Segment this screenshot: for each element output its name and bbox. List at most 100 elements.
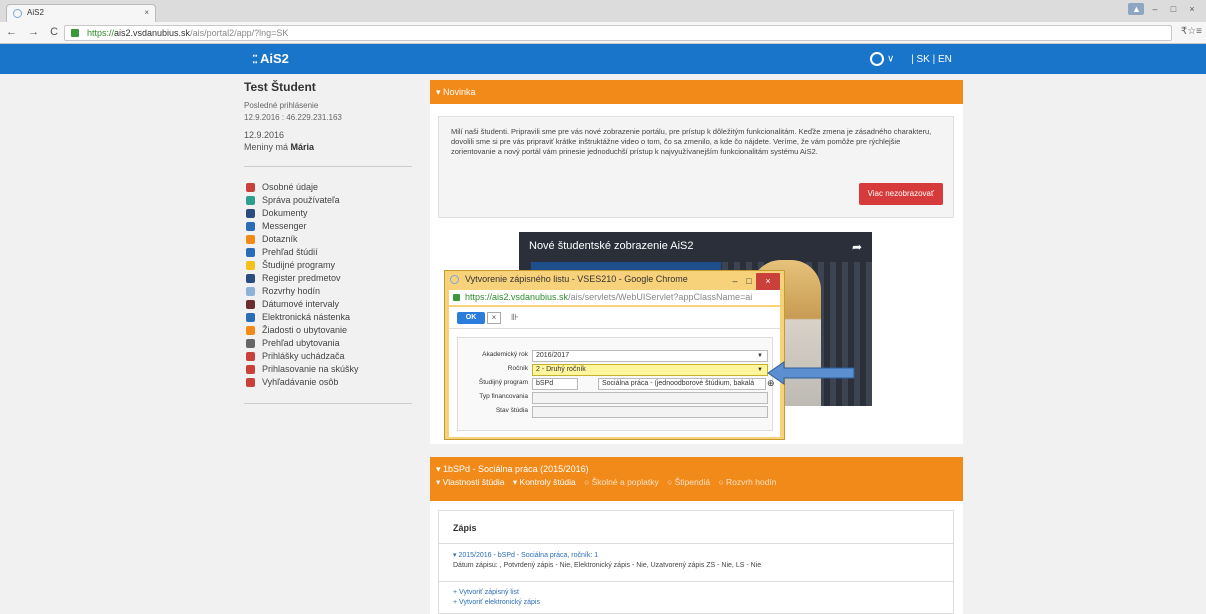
sidebar-item-label: Register predmetov (262, 273, 341, 283)
sidebar-item[interactable]: Osobné údaje (244, 181, 412, 194)
year-label: Ročník (507, 365, 528, 372)
toolbar-table-icon[interactable]: ⊪ (511, 312, 519, 323)
sidebar-item[interactable]: Prihlášky uchádzača (244, 350, 412, 363)
sidebar-item-label: Prehľad ubytovania (262, 338, 340, 348)
sidebar-item[interactable]: Dokumenty (244, 207, 412, 220)
forward-icon[interactable]: → (28, 26, 43, 38)
sidebar-item-icon (246, 339, 255, 348)
sidebar-item[interactable]: Rozvrhy hodín (244, 285, 412, 298)
reload-icon[interactable]: C (50, 26, 62, 38)
sidebar-item-icon (246, 248, 255, 257)
url-input[interactable]: https://ais2.vsdanubius.sk/ais/portal2/a… (64, 25, 1172, 41)
create-electronic-enrollment-link[interactable]: + Vytvoriť elektronický zápis (453, 599, 540, 606)
cancel-button[interactable]: × (487, 312, 501, 324)
tab-study-checks[interactable]: ▾ Kontroly štúdia (513, 477, 576, 487)
year-select[interactable]: 2 - Druhý ročník ▼ (532, 364, 768, 376)
sidebar-item[interactable]: Prihlasovanie na skúšky (244, 363, 412, 376)
enrollment-form: Akademický rok 2016/2017 ▼ Ročník 2 - Dru… (457, 337, 775, 431)
year-value: 2 - Druhý ročník (536, 366, 586, 373)
dialog-title: Vytvorenie zápisného listu - VSES210 - G… (465, 274, 688, 284)
sidebar-item[interactable]: Vyhľadávanie osôb (244, 376, 412, 389)
nameday-name: Mária (290, 142, 315, 152)
sidebar: Test Študent Posledné prihlásenie 12.9.2… (244, 80, 412, 418)
dialog-maximize-icon[interactable]: □ (742, 273, 756, 290)
sidebar-item-icon (246, 352, 255, 361)
sidebar-item-icon (246, 313, 255, 322)
logo-dots-icon: ⁚⁚ (252, 54, 258, 66)
academic-year-select[interactable]: 2016/2017 ▼ (532, 350, 768, 362)
back-icon[interactable]: ← (6, 26, 21, 38)
enrollment-record-link[interactable]: ▾ 2015/2016 - bSPd - Sociálna práca, roč… (453, 551, 598, 559)
sidebar-item-icon (246, 300, 255, 309)
academic-year-value: 2016/2017 (536, 352, 570, 359)
sidebar-item[interactable]: Správa používateľa (244, 194, 412, 207)
create-enrollment-dialog: Vytvorenie zápisného listu - VSES210 - G… (444, 270, 785, 440)
avatar-icon[interactable] (870, 52, 884, 66)
chevron-down-icon: ▼ (757, 367, 763, 373)
last-login-value: 12.9.2016 : 46.229.231.163 (244, 113, 342, 122)
ok-button[interactable]: OK (457, 312, 485, 324)
create-enrollment-sheet-link[interactable]: + Vytvoriť zápisný list (453, 589, 519, 596)
tab-close-icon[interactable]: × (144, 5, 149, 21)
profile-icon[interactable]: ▲ (1128, 3, 1145, 15)
close-window-icon[interactable]: × (1184, 3, 1200, 15)
sidebar-divider (244, 166, 412, 167)
study-status-label: Stav štúdia (495, 407, 528, 414)
tab-fees[interactable]: ○ Školné a poplatky (584, 477, 659, 487)
dialog-url-path: /ais/servlets/WebUIServlet?appClassName=… (568, 292, 753, 302)
enrollment-divider-2 (439, 581, 953, 582)
academic-year-label: Akademický rok (482, 351, 528, 358)
browser-tab[interactable]: AiS2 × (6, 4, 156, 22)
financing-label: Typ financovania (479, 393, 528, 400)
sidebar-item-icon (246, 196, 255, 205)
sidebar-item[interactable]: Elektronická nástenka (244, 311, 412, 324)
dialog-titlebar[interactable]: Vytvorenie zápisného listu - VSES210 - G… (445, 271, 784, 290)
chevron-down-icon: ▼ (757, 353, 763, 359)
sidebar-item-label: Vyhľadávanie osôb (262, 377, 339, 387)
user-name: Test Študent (244, 80, 316, 94)
dialog-close-icon[interactable]: × (756, 273, 780, 290)
sidebar-item[interactable]: Študijné programy (244, 259, 412, 272)
sidebar-item-label: Prihlášky uchádzača (262, 351, 345, 361)
sidebar-item[interactable]: Žiadosti o ubytovanie (244, 324, 412, 337)
sidebar-item-icon (246, 261, 255, 270)
minimize-icon[interactable]: – (1147, 3, 1163, 15)
browser-menu-icons[interactable]: ₹☆≡ (1181, 26, 1202, 37)
tab-study-properties[interactable]: ▾ Vlastnosti štúdia (436, 477, 505, 487)
dialog-minimize-icon[interactable]: – (728, 273, 742, 290)
sidebar-item-label: Správa používateľa (262, 195, 340, 205)
tab-scholarships[interactable]: ○ Štipendiá (667, 477, 710, 487)
sidebar-item[interactable]: Messenger (244, 220, 412, 233)
sidebar-item[interactable]: Dotazník (244, 233, 412, 246)
sidebar-item[interactable]: Prehľad ubytovania (244, 337, 412, 350)
sidebar-item[interactable]: Prehľad štúdií (244, 246, 412, 259)
app-logo[interactable]: ⁚⁚ AiS2 (252, 51, 289, 66)
sidebar-item-label: Študijné programy (262, 260, 336, 270)
sidebar-item-label: Žiadosti o ubytovanie (262, 325, 348, 335)
dismiss-button[interactable]: Viac nezobrazovať (858, 183, 943, 205)
enrollment-record-details: Dátum zápisu: , Potvrdený zápis - Nie, E… (453, 562, 762, 569)
nameday-prefix: Meniny má (244, 142, 291, 152)
tab-schedule[interactable]: ○ Rozvrh hodín (718, 477, 776, 487)
sidebar-item-label: Messenger (262, 221, 307, 231)
news-header[interactable]: ▾ Novinka (430, 80, 963, 104)
video-title: Nové študentské zobrazenie AiS2 (529, 240, 694, 252)
avatar-caret-icon[interactable]: ∨ (887, 54, 894, 65)
address-bar-area: ← → C ⌂ https://ais2.vsdanubius.sk/ais/p… (0, 22, 1206, 44)
sidebar-item[interactable]: Dátumové intervaly (244, 298, 412, 311)
study-title[interactable]: ▾ 1bSPd - Sociálna práca (2015/2016) (436, 463, 957, 476)
current-date: 12.9.2016 (244, 130, 285, 140)
sidebar-item[interactable]: Register predmetov (244, 272, 412, 285)
language-switcher[interactable]: | SK | EN (911, 54, 952, 65)
app-header: ⁚⁚ AiS2 ∨ | SK | EN (0, 44, 1206, 74)
program-code-field[interactable]: bSPd (532, 378, 578, 390)
program-label: Študijný program (478, 379, 528, 386)
sidebar-divider-bottom (244, 403, 412, 404)
header-right: ∨ | SK | EN (870, 52, 952, 66)
program-name-field[interactable]: Sociálna práca - (jednoodborové štúdium,… (598, 378, 766, 390)
nameday: Meniny má Mária (244, 142, 412, 152)
share-icon[interactable]: ➦ (852, 240, 862, 254)
maximize-icon[interactable]: □ (1165, 3, 1181, 15)
enrollment-divider (439, 543, 953, 544)
tab-title: AiS2 (27, 8, 44, 17)
